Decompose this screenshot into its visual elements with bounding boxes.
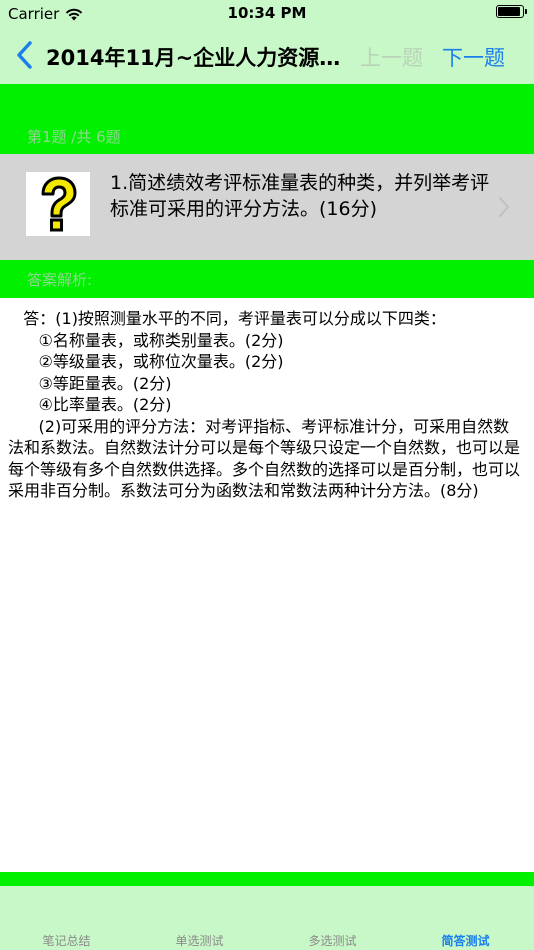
header-band bbox=[0, 84, 534, 120]
chevron-right-icon bbox=[499, 197, 509, 217]
answer-line: ①名称量表，或称类别量表。(2分) bbox=[8, 330, 284, 350]
question-counter: 第1题 /共 6题 bbox=[27, 128, 121, 146]
footer-band bbox=[0, 872, 534, 886]
answer-label: 答案解析: bbox=[27, 271, 93, 289]
status-bar: Carrier 10:34 PM bbox=[0, 0, 534, 28]
back-chevron-icon[interactable] bbox=[14, 40, 36, 70]
next-question-button[interactable]: 下一题 bbox=[442, 42, 505, 72]
question-counter-row: 第1题 /共 6题 bbox=[0, 120, 534, 154]
tab-single-choice[interactable]: 单选测试 bbox=[133, 932, 266, 949]
previous-question-button[interactable]: 上一题 bbox=[360, 42, 423, 72]
tab-notes-summary[interactable]: 笔记总结 bbox=[0, 932, 133, 949]
answer-line: ④比率量表。(2分) bbox=[8, 395, 172, 414]
battery-icon bbox=[496, 5, 527, 18]
question-card[interactable]: 1.简述绩效考评标准量表的种类，并列举考评标准可采用的评分方法。(16分) bbox=[0, 154, 534, 260]
tab-multiple-choice[interactable]: 多选测试 bbox=[266, 932, 399, 949]
nav-bar: 2014年11月~企业人力资源管理师三级考试真题 上一题 下一题 bbox=[0, 28, 534, 84]
status-time: 10:34 PM bbox=[227, 4, 307, 22]
answer-content: 答：(1)按照测量水平的不同，考评量表可以分成以下四类： ①名称量表，或称类别量… bbox=[8, 308, 524, 502]
question-mark-icon bbox=[26, 172, 90, 236]
answer-line: (2)可采用的评分方法：对考评指标、考评标准计分，可采用自然数法和系数法。自然数… bbox=[8, 416, 521, 501]
answer-line: ②等级量表，或称位次量表。(2分) bbox=[8, 352, 284, 371]
tab-short-answer[interactable]: 简答测试 bbox=[399, 932, 532, 949]
answer-label-row: 答案解析: bbox=[0, 260, 534, 298]
answer-line: ③等距量表。(2分) bbox=[8, 373, 172, 393]
tab-bar: 笔记总结 单选测试 多选测试 简答测试 bbox=[0, 886, 534, 950]
page-title: 2014年11月~企业人力资源管理师三级考试真题 bbox=[46, 46, 346, 70]
question-text: 1.简述绩效考评标准量表的种类，并列举考评标准可采用的评分方法。(16分) bbox=[110, 172, 490, 220]
answer-line: 答：(1)按照测量水平的不同，考评量表可以分成以下四类： bbox=[8, 309, 446, 328]
